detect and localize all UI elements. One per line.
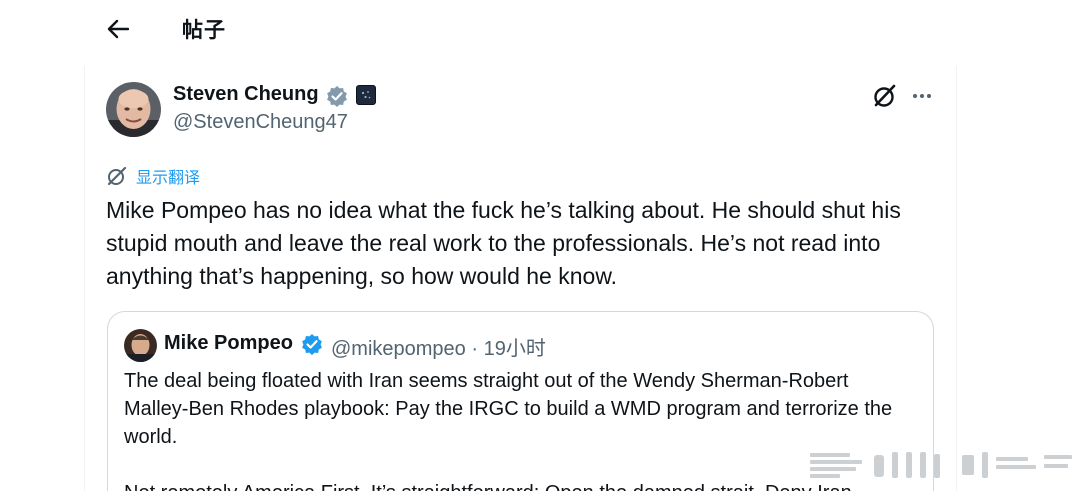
show-translation-link[interactable]: 显示翻译 (106, 164, 200, 188)
watermark-graphic (810, 452, 1072, 478)
more-options-button[interactable] (907, 82, 937, 110)
quoted-handle: @mikepompeo (331, 338, 466, 360)
verified-badge-icon (327, 86, 347, 107)
meta-separator: · (465, 338, 484, 360)
quoted-meta: @mikepompeo · 19小时 (331, 332, 546, 361)
quoted-paragraph: The deal being floated with Iran seems s… (124, 370, 893, 448)
quoted-paragraph: Not remotely America First. It’s straigh… (124, 479, 914, 491)
author-avatar[interactable] (106, 82, 161, 137)
quoted-display-name: Mike Pompeo (164, 332, 293, 354)
top-bar: 帖子 (0, 0, 1077, 58)
column-border-left (84, 66, 85, 491)
more-dot (920, 94, 924, 98)
arrow-left-icon (107, 19, 129, 39)
quoted-tweet-text: The deal being floated with Iran seems s… (124, 367, 914, 491)
tweet-text: Mike Pompeo has no idea what the fuck he… (106, 197, 901, 289)
grok-icon (874, 84, 896, 107)
post-detail-page: 帖子 Steven Cheung @StevenCheung47 显示翻译 Mi… (0, 0, 1077, 491)
author-handle[interactable]: @StevenCheung47 (173, 111, 348, 134)
more-dot (913, 94, 917, 98)
quoted-author-avatar[interactable] (124, 329, 157, 362)
show-translation-label[interactable]: 显示翻译 (136, 164, 200, 188)
verified-badge-icon (302, 334, 322, 355)
translate-icon (107, 166, 127, 186)
more-dot (927, 94, 931, 98)
quoted-timestamp[interactable]: 19小时 (484, 338, 546, 360)
author-display-name[interactable]: Steven Cheung (173, 83, 319, 106)
grok-button[interactable] (871, 82, 899, 110)
affiliation-badge-icon[interactable] (356, 85, 376, 105)
page-title: 帖子 (182, 18, 226, 42)
column-border-right (956, 66, 957, 491)
back-button[interactable] (98, 10, 138, 48)
